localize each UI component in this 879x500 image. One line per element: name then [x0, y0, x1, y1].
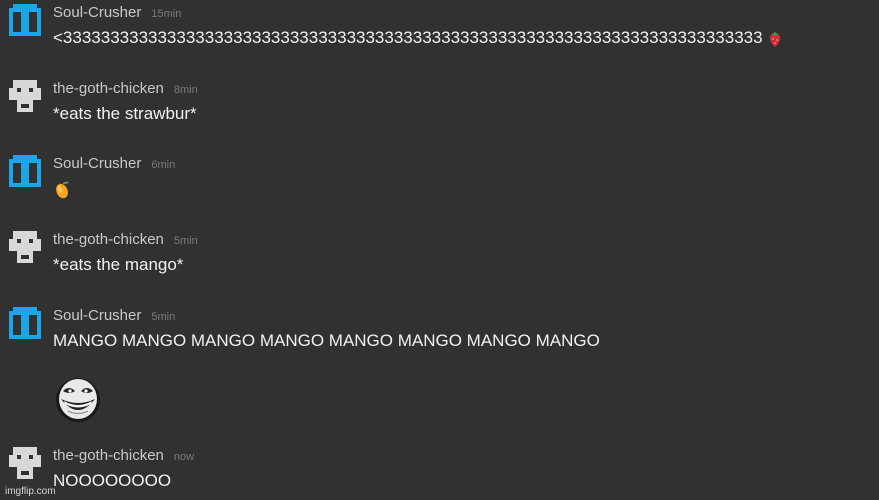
- message-content: *eats the mango*: [53, 255, 184, 274]
- message-content: *eats the strawbur*: [53, 104, 197, 123]
- strawberry-icon: [770, 31, 781, 47]
- message-text: *eats the strawbur*: [53, 104, 197, 124]
- message-text: NOOOOOOOO: [53, 471, 171, 491]
- username[interactable]: Soul-Crusher 6min: [53, 155, 175, 174]
- timestamp: 5min: [151, 311, 176, 323]
- username-label[interactable]: the-goth-chicken: [53, 447, 164, 464]
- timestamp: 5min: [173, 235, 198, 247]
- username-label[interactable]: Soul-Crusher: [53, 155, 141, 172]
- message-content: MANGO MANGO MANGO MANGO MANGO MANGO MANG…: [53, 331, 600, 350]
- message-text: <333333333333333333333333333333333333333…: [53, 28, 783, 48]
- message-text: *eats the mango*: [53, 255, 183, 275]
- blue-pixel-avatar-icon[interactable]: [9, 4, 41, 36]
- message-content: NOOOOOOOO: [53, 471, 172, 490]
- username[interactable]: the-goth-chicken 5min: [53, 231, 198, 250]
- username-label[interactable]: the-goth-chicken: [53, 231, 164, 248]
- message-content: <333333333333333333333333333333333333333…: [53, 28, 763, 47]
- message-text: MANGO MANGO MANGO MANGO MANGO MANGO MANG…: [53, 331, 600, 351]
- watermark: imgflip.com: [5, 486, 56, 497]
- blue-pixel-avatar-icon[interactable]: [9, 307, 41, 339]
- timestamp: 6min: [151, 159, 176, 171]
- gray-pixel-avatar-icon[interactable]: [9, 80, 41, 112]
- gray-pixel-avatar-icon[interactable]: [9, 447, 41, 479]
- username[interactable]: Soul-Crusher 5min: [53, 307, 175, 326]
- username-label[interactable]: Soul-Crusher: [53, 4, 141, 21]
- message-text: [53, 179, 71, 200]
- username[interactable]: the-goth-chicken now: [53, 447, 194, 466]
- username-label[interactable]: Soul-Crusher: [53, 307, 141, 324]
- blue-pixel-avatar-icon[interactable]: [9, 155, 41, 187]
- username[interactable]: Soul-Crusher 15min: [53, 4, 181, 23]
- timestamp: 8min: [173, 84, 198, 96]
- timestamp: now: [173, 451, 195, 463]
- gray-pixel-avatar-icon[interactable]: [9, 231, 41, 263]
- timestamp: 15min: [151, 8, 182, 20]
- trollface-emoji-icon: [56, 378, 100, 422]
- username[interactable]: the-goth-chicken 8min: [53, 80, 198, 99]
- mango-icon: [56, 181, 69, 198]
- username-label[interactable]: the-goth-chicken: [53, 80, 164, 97]
